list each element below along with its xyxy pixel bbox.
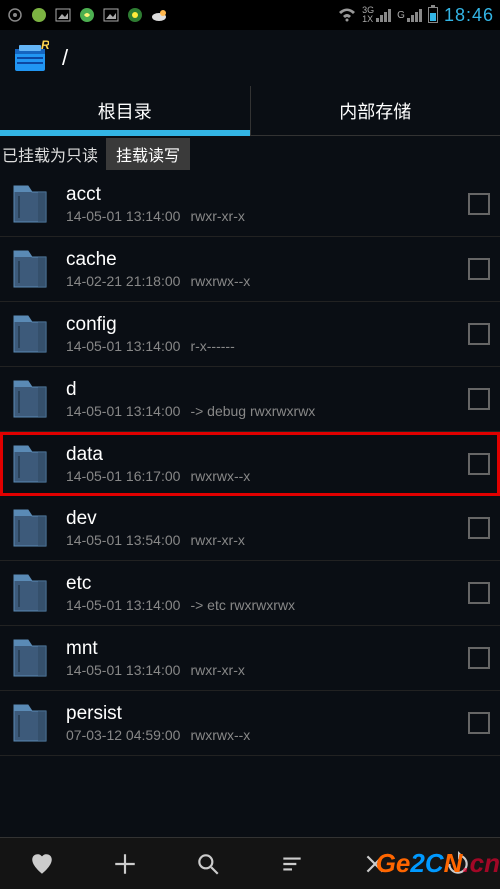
network-2: G (397, 8, 422, 22)
status-image-icon-2 (102, 6, 120, 24)
file-list: acct 14-05-01 13:14:00rwxr-xr-x cache 14… (0, 172, 500, 756)
file-name: config (66, 314, 454, 336)
network-1: 3G1X (362, 6, 391, 24)
file-checkbox[interactable] (468, 193, 490, 215)
path-display[interactable]: / (62, 45, 68, 71)
file-row[interactable]: cache 14-02-21 21:18:00rwxrwx--x (0, 237, 500, 302)
app-icon[interactable]: R (10, 38, 50, 78)
folder-icon (8, 504, 52, 552)
file-row[interactable]: acct 14-05-01 13:14:00rwxr-xr-x (0, 172, 500, 237)
sort-button[interactable] (250, 838, 333, 889)
file-checkbox[interactable] (468, 647, 490, 669)
file-name: d (66, 379, 454, 401)
status-weather-icon (150, 6, 168, 24)
status-app-icon-1 (30, 6, 48, 24)
mount-status-label: 已挂载为只读 (0, 142, 98, 166)
bottom-bar (0, 837, 500, 889)
folder-icon (8, 634, 52, 682)
file-row[interactable]: persist 07-03-12 04:59:00rwxrwx--x (0, 691, 500, 756)
file-row[interactable]: d 14-05-01 13:14:00-> debug rwxrwxrwx (0, 367, 500, 432)
folder-icon (8, 375, 52, 423)
file-checkbox[interactable] (468, 517, 490, 539)
search-button[interactable] (167, 838, 250, 889)
status-app-icon-3 (126, 6, 144, 24)
status-image-icon (54, 6, 72, 24)
file-row[interactable]: etc 14-05-01 13:14:00-> etc rwxrwxrwx (0, 561, 500, 626)
file-name: mnt (66, 638, 454, 660)
app-header: R / (0, 30, 500, 86)
folder-icon (8, 569, 52, 617)
file-meta: 14-05-01 13:14:00rwxr-xr-x (66, 662, 454, 678)
file-name: persist (66, 703, 454, 725)
file-info: data 14-05-01 16:17:00rwxrwx--x (66, 444, 454, 484)
tab-bar: 根目录 内部存储 (0, 86, 500, 136)
folder-icon (8, 310, 52, 358)
file-name: dev (66, 508, 454, 530)
file-checkbox[interactable] (468, 582, 490, 604)
file-info: acct 14-05-01 13:14:00rwxr-xr-x (66, 184, 454, 224)
clock: 18:46 (444, 5, 494, 26)
battery-icon (428, 7, 438, 23)
status-app-icon-2 (78, 6, 96, 24)
file-checkbox[interactable] (468, 323, 490, 345)
file-meta: 14-05-01 13:14:00-> etc rwxrwxrwx (66, 597, 454, 613)
file-name: etc (66, 573, 454, 595)
file-checkbox[interactable] (468, 258, 490, 280)
refresh-button[interactable] (417, 838, 500, 889)
file-meta: 14-05-01 13:14:00-> debug rwxrwxrwx (66, 403, 454, 419)
status-bar: 3G1X G 18:46 (0, 0, 500, 30)
signal-icon-1 (376, 8, 391, 22)
file-name: acct (66, 184, 454, 206)
file-info: config 14-05-01 13:14:00r-x------ (66, 314, 454, 354)
signal-icon-2 (407, 8, 422, 22)
file-meta: 14-05-01 13:54:00rwxr-xr-x (66, 532, 454, 548)
file-meta: 07-03-12 04:59:00rwxrwx--x (66, 727, 454, 743)
wifi-icon (338, 6, 356, 24)
folder-icon (8, 699, 52, 747)
file-info: etc 14-05-01 13:14:00-> etc rwxrwxrwx (66, 573, 454, 613)
file-meta: 14-05-01 13:14:00r-x------ (66, 338, 454, 354)
file-info: mnt 14-05-01 13:14:00rwxr-xr-x (66, 638, 454, 678)
tab-root[interactable]: 根目录 (0, 86, 250, 135)
favorites-button[interactable] (0, 838, 83, 889)
file-name: data (66, 444, 454, 466)
folder-icon (8, 180, 52, 228)
status-notif-icon (6, 6, 24, 24)
file-info: dev 14-05-01 13:54:00rwxr-xr-x (66, 508, 454, 548)
close-button[interactable] (333, 838, 416, 889)
mount-rw-button[interactable]: 挂载读写 (106, 138, 190, 170)
file-row[interactable]: dev 14-05-01 13:54:00rwxr-xr-x (0, 496, 500, 561)
file-info: d 14-05-01 13:14:00-> debug rwxrwxrwx (66, 379, 454, 419)
tab-internal[interactable]: 内部存储 (251, 86, 500, 135)
folder-icon (8, 245, 52, 293)
mount-bar: 已挂载为只读 挂载读写 (0, 136, 500, 172)
file-meta: 14-05-01 13:14:00rwxr-xr-x (66, 208, 454, 224)
file-name: cache (66, 249, 454, 271)
file-row[interactable]: config 14-05-01 13:14:00r-x------ (0, 302, 500, 367)
file-row[interactable]: data 14-05-01 16:17:00rwxrwx--x (0, 432, 500, 496)
file-checkbox[interactable] (468, 388, 490, 410)
file-checkbox[interactable] (468, 453, 490, 475)
file-meta: 14-02-21 21:18:00rwxrwx--x (66, 273, 454, 289)
file-checkbox[interactable] (468, 712, 490, 734)
add-button[interactable] (83, 838, 166, 889)
folder-icon (8, 440, 52, 488)
file-info: cache 14-02-21 21:18:00rwxrwx--x (66, 249, 454, 289)
svg-text:R: R (41, 39, 49, 52)
file-row[interactable]: mnt 14-05-01 13:14:00rwxr-xr-x (0, 626, 500, 691)
file-info: persist 07-03-12 04:59:00rwxrwx--x (66, 703, 454, 743)
file-meta: 14-05-01 16:17:00rwxrwx--x (66, 468, 454, 484)
